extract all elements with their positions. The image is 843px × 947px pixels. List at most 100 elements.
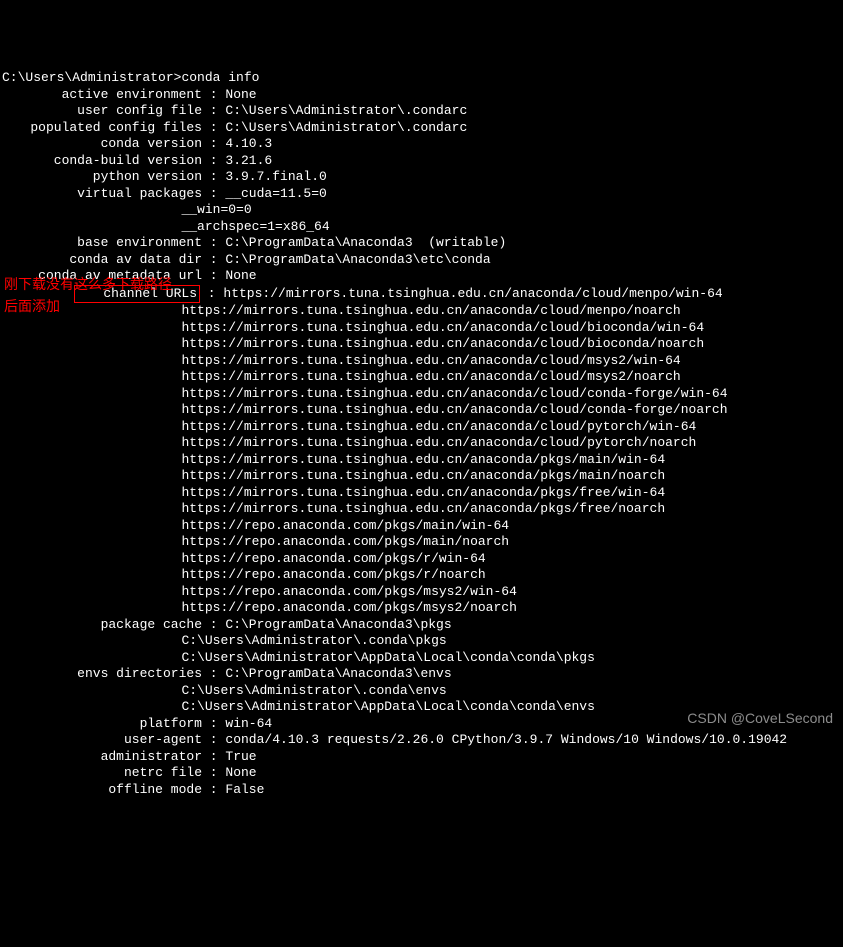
indent — [2, 419, 181, 434]
separator: : — [202, 268, 225, 283]
indent — [2, 518, 181, 533]
info-row: https://mirrors.tuna.tsinghua.edu.cn/ana… — [2, 485, 843, 502]
info-value: C:\Users\Administrator\.condarc — [225, 103, 467, 118]
info-value: 3.9.7.final.0 — [225, 169, 326, 184]
watermark: CSDN @CoveLSecond — [687, 710, 833, 727]
info-value: C:\Users\Administrator\.conda\envs — [181, 683, 446, 698]
indent — [2, 650, 181, 665]
info-row: https://mirrors.tuna.tsinghua.edu.cn/ana… — [2, 402, 843, 419]
info-value: conda/4.10.3 requests/2.26.0 CPython/3.9… — [225, 732, 787, 747]
info-label: conda av data dir — [2, 252, 202, 269]
info-value: https://repo.anaconda.com/pkgs/r/win-64 — [181, 551, 485, 566]
info-value: https://mirrors.tuna.tsinghua.edu.cn/ana… — [181, 452, 665, 467]
info-row: C:\Users\Administrator\.conda\pkgs — [2, 633, 843, 650]
indent — [2, 551, 181, 566]
info-row: python version : 3.9.7.final.0 — [2, 169, 843, 186]
info-row: user-agent : conda/4.10.3 requests/2.26.… — [2, 732, 843, 749]
info-value: https://mirrors.tuna.tsinghua.edu.cn/ana… — [181, 320, 704, 335]
info-value: C:\ProgramData\Anaconda3\envs — [225, 666, 451, 681]
info-value: True — [225, 749, 256, 764]
info-value: https://mirrors.tuna.tsinghua.edu.cn/ana… — [181, 419, 696, 434]
separator: : — [202, 765, 225, 780]
info-row: https://repo.anaconda.com/pkgs/r/win-64 — [2, 551, 843, 568]
info-row: https://repo.anaconda.com/pkgs/msys2/noa… — [2, 600, 843, 617]
info-value: C:\Users\Administrator\AppData\Local\con… — [181, 650, 594, 665]
separator: : — [202, 103, 225, 118]
indent — [2, 202, 181, 217]
separator: : — [202, 617, 225, 632]
info-row: conda-build version : 3.21.6 — [2, 153, 843, 170]
separator: : — [202, 120, 225, 135]
info-label: base environment — [2, 235, 202, 252]
info-value: https://mirrors.tuna.tsinghua.edu.cn/ana… — [181, 369, 680, 384]
info-label: netrc file — [2, 765, 202, 782]
info-value: __win=0=0 — [181, 202, 251, 217]
info-row: https://mirrors.tuna.tsinghua.edu.cn/ana… — [2, 452, 843, 469]
info-row: virtual packages : __cuda=11.5=0 — [2, 186, 843, 203]
typed-command[interactable]: conda info — [181, 70, 259, 85]
indent — [2, 633, 181, 648]
info-value: https://mirrors.tuna.tsinghua.edu.cn/ana… — [181, 402, 727, 417]
indent — [2, 683, 181, 698]
info-label: active environment — [2, 87, 202, 104]
info-row: C:\Users\Administrator\.conda\envs — [2, 683, 843, 700]
separator: : — [202, 235, 225, 250]
shell-prompt: C:\Users\Administrator> — [2, 70, 181, 85]
info-row: base environment : C:\ProgramData\Anacon… — [2, 235, 843, 252]
info-row: https://mirrors.tuna.tsinghua.edu.cn/ana… — [2, 353, 843, 370]
separator: : — [202, 252, 225, 267]
info-value: C:\ProgramData\Anaconda3 (writable) — [225, 235, 506, 250]
info-row: offline mode : False — [2, 782, 843, 799]
info-row: https://mirrors.tuna.tsinghua.edu.cn/ana… — [2, 419, 843, 436]
indent — [2, 600, 181, 615]
info-row: https://mirrors.tuna.tsinghua.edu.cn/ana… — [2, 369, 843, 386]
info-label: user-agent — [2, 732, 202, 749]
terminal-output: C:\Users\Administrator>conda info active… — [2, 70, 843, 798]
separator: : — [202, 169, 225, 184]
separator: : — [202, 749, 225, 764]
indent — [2, 584, 181, 599]
info-value: __archspec=1=x86_64 — [181, 219, 329, 234]
info-value: C:\Users\Administrator\AppData\Local\con… — [181, 699, 594, 714]
info-value: __cuda=11.5=0 — [225, 186, 326, 201]
info-value: C:\Users\Administrator\.condarc — [225, 120, 467, 135]
info-row: https://repo.anaconda.com/pkgs/r/noarch — [2, 567, 843, 584]
info-row: https://mirrors.tuna.tsinghua.edu.cn/ana… — [2, 336, 843, 353]
info-row: populated config files : C:\Users\Admini… — [2, 120, 843, 137]
info-value: C:\ProgramData\Anaconda3\pkgs — [225, 617, 451, 632]
indent — [2, 485, 181, 500]
info-row: https://mirrors.tuna.tsinghua.edu.cn/ana… — [2, 386, 843, 403]
info-row: envs directories : C:\ProgramData\Anacon… — [2, 666, 843, 683]
info-row: https://mirrors.tuna.tsinghua.edu.cn/ana… — [2, 320, 843, 337]
indent — [2, 435, 181, 450]
indent — [2, 369, 181, 384]
info-value: 4.10.3 — [225, 136, 272, 151]
separator: : — [202, 716, 225, 731]
info-row: netrc file : None — [2, 765, 843, 782]
info-row: https://repo.anaconda.com/pkgs/main/noar… — [2, 534, 843, 551]
info-label: envs directories — [2, 666, 202, 683]
info-value: win-64 — [225, 716, 272, 731]
info-value: https://repo.anaconda.com/pkgs/msys2/win… — [181, 584, 516, 599]
indent — [2, 501, 181, 516]
info-value: https://mirrors.tuna.tsinghua.edu.cn/ana… — [181, 386, 727, 401]
info-label: offline mode — [2, 782, 202, 799]
info-value: https://mirrors.tuna.tsinghua.edu.cn/ana… — [223, 286, 722, 301]
info-row: conda version : 4.10.3 — [2, 136, 843, 153]
separator: : — [202, 732, 225, 747]
info-row: active environment : None — [2, 87, 843, 104]
info-row: https://mirrors.tuna.tsinghua.edu.cn/ana… — [2, 501, 843, 518]
info-label: package cache — [2, 617, 202, 634]
info-row: https://repo.anaconda.com/pkgs/main/win-… — [2, 518, 843, 535]
info-value: https://repo.anaconda.com/pkgs/main/win-… — [181, 518, 509, 533]
indent — [2, 567, 181, 582]
separator: : — [202, 782, 225, 797]
indent — [2, 402, 181, 417]
separator: : — [202, 153, 225, 168]
separator: : — [202, 136, 225, 151]
separator: : — [202, 186, 225, 201]
info-label: conda version — [2, 136, 202, 153]
info-row: __archspec=1=x86_64 — [2, 219, 843, 236]
info-label: platform — [2, 716, 202, 733]
info-value: https://mirrors.tuna.tsinghua.edu.cn/ana… — [181, 468, 665, 483]
